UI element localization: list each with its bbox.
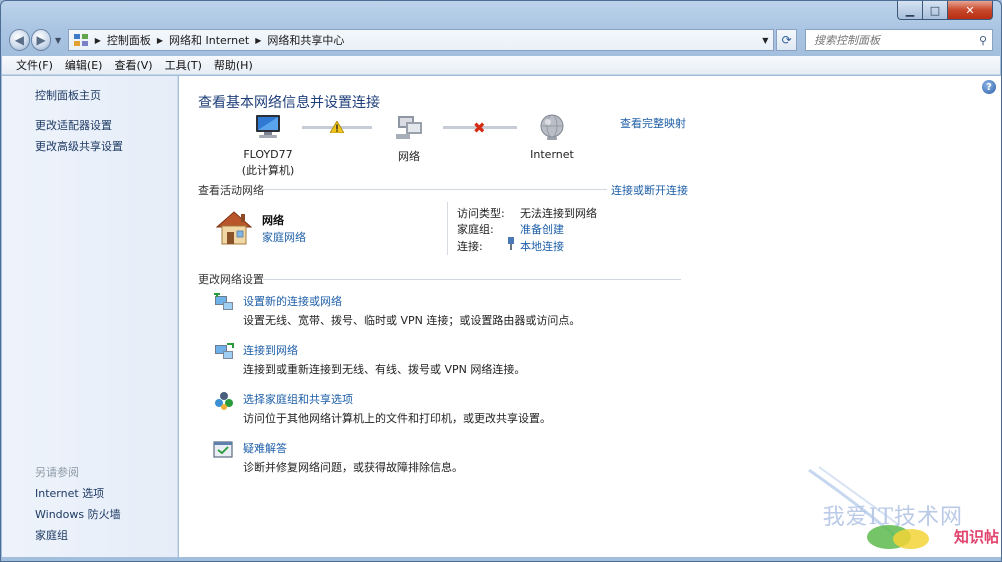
maximize-button[interactable]: □ [923,1,948,20]
setup-new-connection-link[interactable]: 设置新的连接或网络 [243,293,342,309]
breadcrumb-control-panel[interactable]: 控制面板 [107,32,151,48]
view-full-map-link[interactable]: 查看完整映射 [620,115,686,131]
computer-name: FLOYD77 [243,148,293,161]
connect-to-network-link[interactable]: 连接到网络 [243,342,298,358]
connect-network-icon [215,343,234,359]
page-title: 查看基本网络信息并设置连接 [198,95,380,111]
sidebar-item-adapter-settings[interactable]: 更改适配器设置 [35,117,112,133]
address-dropdown-icon[interactable]: ▼ [757,36,773,45]
homegroup-icon [215,392,233,410]
close-button[interactable]: ✕ [948,1,993,20]
network-label: 网络 [398,150,420,163]
internet-label: Internet [530,148,574,161]
menu-file[interactable]: 文件(F) [16,57,53,73]
address-row: ◀ ▶ ▼ ▶ 控制面板 ▶ 网络和 Internet ▶ 网络和共享中心 ▼ … [9,27,993,53]
connect-disconnect-link[interactable]: 连接或断开连接 [611,182,688,198]
homegroup-sharing-link[interactable]: 选择家庭组和共享选项 [243,391,353,407]
breadcrumb-chevron-icon[interactable]: ▶ [255,36,261,45]
breadcrumb-chevron-icon[interactable]: ▶ [157,36,163,45]
refresh-icon: ⟳ [781,33,792,47]
access-type-value: 无法连接到网络 [520,207,597,220]
map-network[interactable] [391,114,427,145]
menu-bar: 文件(F) 编辑(E) 查看(V) 工具(T) 帮助(H) [2,56,1000,75]
refresh-button[interactable]: ⟳ [776,29,797,51]
globe-icon [540,114,564,140]
map-internet[interactable] [537,114,567,145]
ethernet-icon [508,237,514,250]
warning-icon [330,121,344,133]
network-icon [396,116,422,139]
address-bar[interactable]: ▶ 控制面板 ▶ 网络和 Internet ▶ 网络和共享中心 ▼ [67,29,775,51]
local-connection-link[interactable]: 本地连接 [520,238,564,254]
menu-tools[interactable]: 工具(T) [165,57,202,73]
history-dropdown[interactable]: ▼ [52,36,63,45]
sidebar-item-control-panel-home[interactable]: 控制面板主页 [35,87,101,103]
troubleshoot-icon [213,441,233,458]
caption-buttons: ▁ □ ✕ [897,1,993,20]
menu-view[interactable]: 查看(V) [114,57,152,73]
explorer-window: ▁ □ ✕ ◀ ▶ ▼ ▶ 控制面板 ▶ 网络和 Internet ▶ 网络和共… [0,0,1002,562]
breadcrumb-network-sharing-center[interactable]: 网络和共享中心 [267,32,344,48]
watermark-logo: 我爱IT技术网 知识帖 [803,465,999,555]
network-type-link[interactable]: 家庭网络 [262,229,306,245]
task-pane: 控制面板主页 更改适配器设置 更改高级共享设置 另请参阅 Internet 选项… [2,76,178,557]
change-settings-heading: 更改网络设置 [198,273,264,286]
main-content: ? 查看基本网络信息并设置连接 FLOYD77 (此计算机) 网络 ✖ Inte… [179,76,1001,557]
sidebar-item-homegroup[interactable]: 家庭组 [35,527,68,543]
see-also-label: 另请参阅 [35,466,79,479]
access-type-label: 访问类型: [457,207,505,220]
active-network-name: 网络 [262,214,284,227]
map-computer[interactable] [243,114,293,143]
search-icon[interactable]: ⚲ [974,34,992,47]
disconnected-x-icon: ✖ [473,119,486,137]
breadcrumb-network-internet[interactable]: 网络和 Internet [169,32,249,48]
section-divider [263,279,681,280]
computer-icon [256,115,280,138]
computer-sub-label: (此计算机) [241,164,295,177]
section-divider [261,189,607,190]
menu-edit[interactable]: 编辑(E) [65,57,103,73]
task-description: 访问位于其他网络计算机上的文件和打印机，或更改共享设置。 [243,412,551,425]
task-description: 诊断并修复网络问题，或获得故障排除信息。 [243,461,463,474]
search-input[interactable] [814,33,974,47]
sidebar-item-advanced-sharing[interactable]: 更改高级共享设置 [35,138,123,154]
help-icon[interactable]: ? [982,80,996,94]
connection-label: 连接: [457,240,483,253]
back-button[interactable]: ◀ [9,29,30,51]
menu-help[interactable]: 帮助(H) [214,57,253,73]
watermark-text: 我爱IT技术网 [822,505,963,530]
home-network-icon [215,211,253,245]
control-panel-icon [73,33,89,47]
forward-button[interactable]: ▶ [30,29,52,51]
sidebar-item-windows-firewall[interactable]: Windows 防火墙 [35,506,121,522]
task-description: 连接到或重新连接到无线、有线、拨号或 VPN 网络连接。 [243,363,526,376]
minimize-button[interactable]: ▁ [897,1,923,20]
search-box[interactable]: ⚲ [805,29,993,51]
active-networks-heading: 查看活动网络 [198,184,264,197]
troubleshoot-link[interactable]: 疑难解答 [243,440,287,456]
vertical-divider [447,202,448,255]
task-description: 设置无线、宽带、拨号、临时或 VPN 连接；或设置路由器或访问点。 [243,314,581,327]
homegroup-ready-link[interactable]: 准备创建 [520,221,564,237]
sidebar-item-internet-options[interactable]: Internet 选项 [35,485,104,501]
breadcrumb-chevron-icon[interactable]: ▶ [95,36,101,45]
watermark-text-secondary: 知识帖 [953,528,999,546]
new-connection-icon [214,293,233,310]
homegroup-label: 家庭组: [457,223,494,236]
